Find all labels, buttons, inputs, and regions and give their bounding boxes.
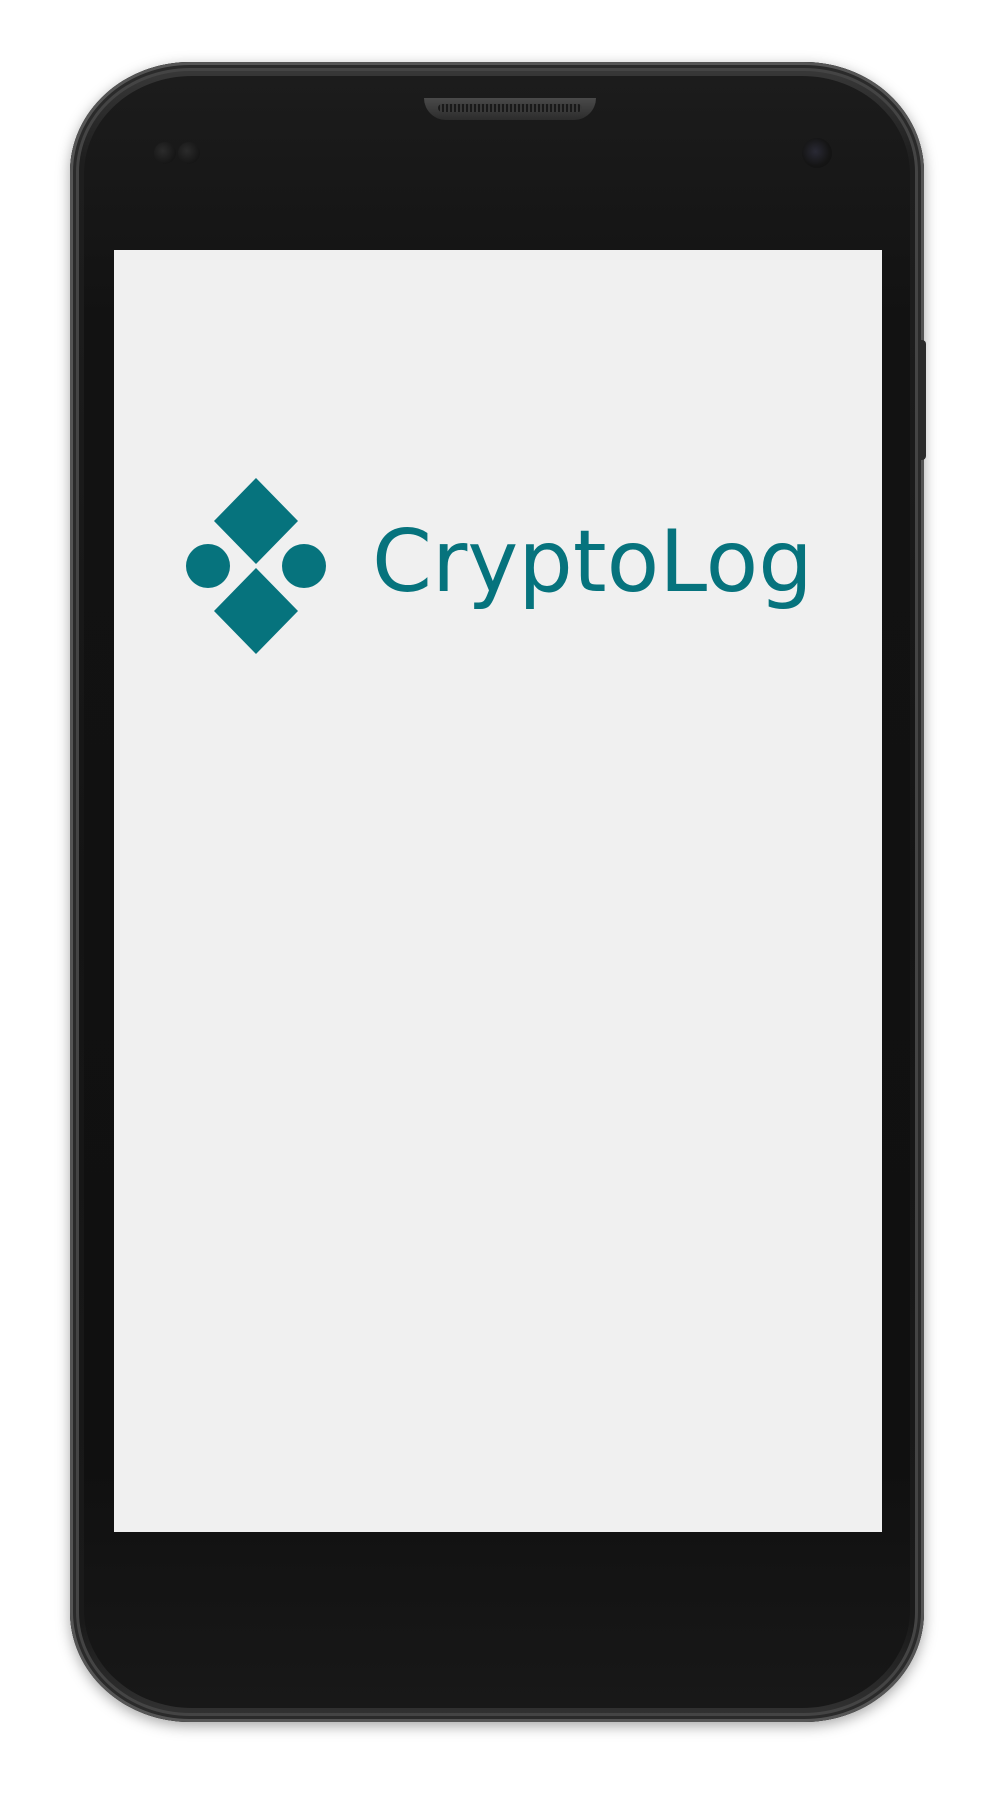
- front-camera: [802, 138, 832, 168]
- proximity-sensor: [154, 142, 176, 164]
- splash-screen: CryptoLog: [114, 250, 882, 1532]
- logo-right-circle: [282, 544, 326, 588]
- speaker-grille: [438, 104, 582, 112]
- logo-bottom-diamond: [214, 568, 298, 654]
- light-sensor: [178, 142, 200, 164]
- device-mockup: CryptoLog: [0, 0, 995, 1794]
- logo-top-diamond: [214, 478, 298, 564]
- earpiece-speaker: [424, 98, 596, 120]
- side-button: [920, 340, 926, 460]
- logo-left-circle: [186, 544, 230, 588]
- diamond-circles-logo-icon: [186, 478, 326, 654]
- app-brand-name: CryptoLog: [372, 512, 813, 612]
